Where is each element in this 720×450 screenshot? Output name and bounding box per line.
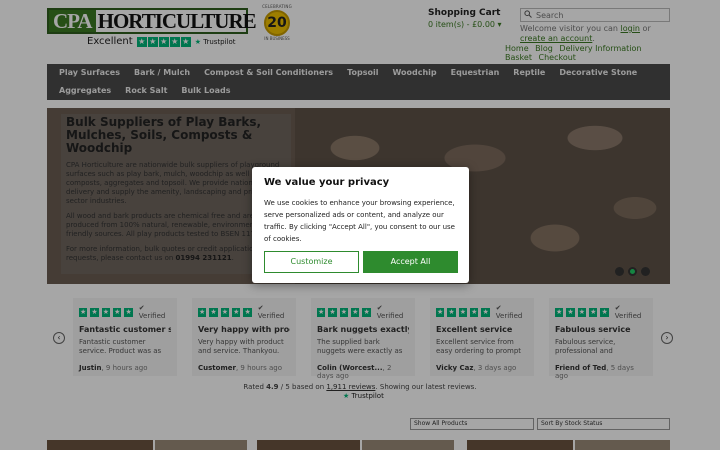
customize-button[interactable]: Customize xyxy=(264,251,359,273)
cookie-buttons: Customize Accept All xyxy=(264,251,458,273)
cookie-title: We value your privacy xyxy=(264,177,390,188)
accept-all-button[interactable]: Accept All xyxy=(363,251,458,273)
cookie-text: We use cookies to enhance your browsing … xyxy=(264,199,455,243)
cookie-consent-dialog: We value your privacy We use cookies to … xyxy=(252,167,469,283)
